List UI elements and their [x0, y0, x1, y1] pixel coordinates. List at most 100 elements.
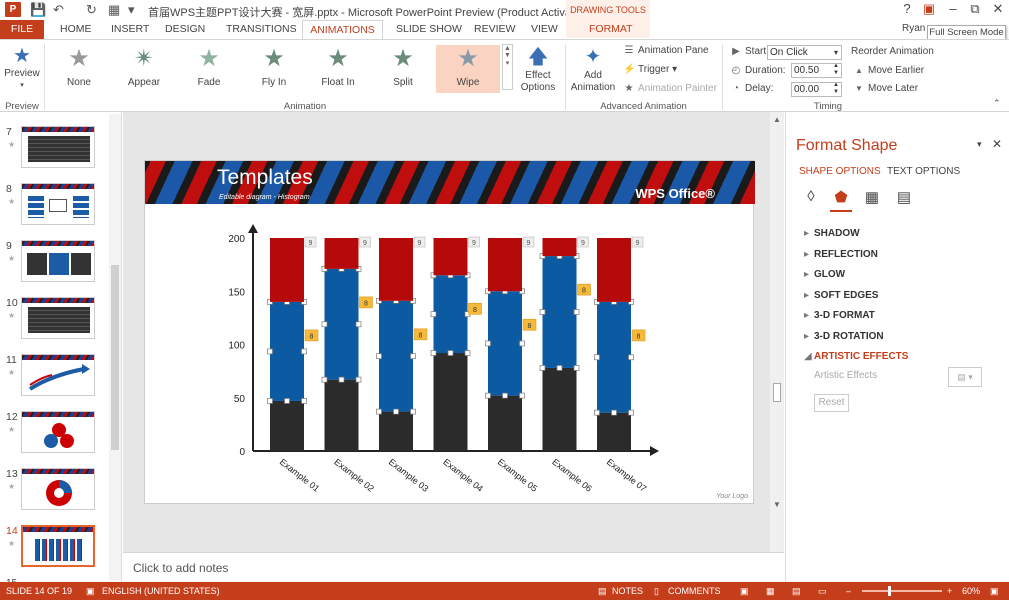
- size-properties-icon[interactable]: ▦: [862, 188, 882, 208]
- section-soft-edges[interactable]: ▸ SOFT EDGES: [804, 290, 878, 301]
- slide-counter[interactable]: SLIDE 14 OF 19: [6, 586, 72, 596]
- collapse-icon: ◢: [804, 351, 812, 362]
- stacked-bar-chart[interactable]: 050100150200↻98Example 01↻98Example 02↻9…: [145, 161, 755, 505]
- tab-shape-options[interactable]: SHAPE OPTIONS: [799, 166, 881, 177]
- trigger-button[interactable]: ⚡ Trigger ▾: [623, 64, 677, 75]
- preview-button[interactable]: ★ Preview ▾: [2, 44, 42, 92]
- tab-file[interactable]: FILE: [0, 20, 44, 39]
- close-icon[interactable]: ✕: [992, 137, 1002, 151]
- animation-fade[interactable]: ★ Fade: [181, 45, 237, 93]
- tab-slide-show[interactable]: SLIDE SHOW: [396, 23, 462, 35]
- bar-segment: [379, 238, 413, 301]
- slide-thumbnail-9[interactable]: [21, 240, 95, 282]
- add-animation-button[interactable]: ✦ Add Animation: [567, 44, 619, 94]
- notes-button[interactable]: NOTES: [612, 586, 643, 596]
- selection-handle: [321, 321, 328, 328]
- collapse-ribbon-icon[interactable]: ⌃: [993, 98, 1001, 109]
- effect-options-button[interactable]: 🡅 Effect Options: [516, 44, 560, 94]
- notes-icon[interactable]: ▤: [598, 586, 607, 597]
- normal-view-icon[interactable]: ▣: [740, 586, 749, 597]
- icons-underline: [830, 210, 852, 212]
- picture-icon[interactable]: ▤: [894, 188, 914, 208]
- animation-float-in[interactable]: ★ Float In: [310, 45, 366, 93]
- zoom-in-icon[interactable]: +: [947, 586, 952, 596]
- full-screen-icon[interactable]: ▣: [918, 1, 940, 17]
- slide-sorter-icon[interactable]: ▦: [766, 586, 775, 597]
- move-earlier-button[interactable]: ▲ Move Earlier: [853, 65, 924, 76]
- customize-toolbar-icon[interactable]: ▾: [128, 2, 135, 18]
- tab-format[interactable]: FORMAT: [589, 23, 633, 35]
- delay-icon: ◔: [732, 83, 740, 94]
- x-tick-label: Example 01: [278, 457, 322, 494]
- section-glow[interactable]: ▸ GLOW: [804, 269, 845, 280]
- section-3d-rotation[interactable]: ▸ 3-D ROTATION: [804, 331, 884, 342]
- comments-icon[interactable]: ▯: [654, 586, 659, 597]
- zoom-slider[interactable]: [862, 590, 942, 592]
- chevron-down-icon[interactable]: ▾: [977, 139, 982, 150]
- fill-line-icon[interactable]: ◊: [801, 188, 821, 208]
- section-shadow[interactable]: ▸ SHADOW: [804, 228, 860, 239]
- artistic-effects-dropdown[interactable]: ▤ ▾: [948, 367, 982, 387]
- selection-handle: [556, 365, 563, 371]
- zoom-out-icon[interactable]: –: [846, 586, 851, 596]
- minimize-icon[interactable]: –: [942, 1, 964, 16]
- slide-thumbnail-8[interactable]: [21, 183, 95, 225]
- animation-none[interactable]: ★ None: [51, 45, 107, 93]
- tab-view[interactable]: VIEW: [531, 23, 558, 35]
- move-later-button[interactable]: ▼ Move Later: [853, 83, 918, 94]
- fit-slide-icon[interactable]: ▣: [990, 586, 999, 597]
- section-artistic-effects[interactable]: ◢ ARTISTIC EFFECTS: [804, 351, 908, 362]
- user-name[interactable]: Ryan: [902, 23, 925, 34]
- comments-button[interactable]: COMMENTS: [668, 586, 721, 596]
- section-3d-format[interactable]: ▸ 3-D FORMAT: [804, 310, 875, 321]
- scroll-thumb[interactable]: [111, 265, 119, 450]
- start-from-beginning-icon[interactable]: ▦: [108, 2, 120, 18]
- tab-insert[interactable]: INSERT: [111, 23, 149, 35]
- language[interactable]: ENGLISH (UNITED STATES): [102, 586, 220, 596]
- animation-tag-label: 9: [472, 240, 476, 247]
- effects-pentagon-icon[interactable]: ⬟: [831, 188, 851, 208]
- animation-pane-button[interactable]: ☰ Animation Pane: [623, 45, 709, 56]
- animation-tag-label: 8: [310, 333, 314, 340]
- undo-icon[interactable]: ↶: [53, 2, 64, 18]
- reading-view-icon[interactable]: ▤: [792, 586, 801, 597]
- slide-canvas[interactable]: Templates Editable diagram - Histogram W…: [144, 160, 755, 505]
- close-icon[interactable]: ✕: [987, 1, 1009, 17]
- slide-thumbnail-11[interactable]: [21, 354, 95, 396]
- slide-thumbnail-12[interactable]: [21, 411, 95, 453]
- vertical-scrollbar[interactable]: [770, 112, 784, 552]
- slide-thumbnail-10[interactable]: [21, 297, 95, 339]
- notes-area[interactable]: Click to add notes: [123, 552, 784, 582]
- tab-text-options[interactable]: TEXT OPTIONS: [887, 166, 960, 177]
- zoom-level[interactable]: 60%: [962, 586, 980, 596]
- slide-thumbnail-14[interactable]: [21, 525, 95, 567]
- duration-field[interactable]: 00.50 ▲ ▼: [791, 63, 842, 78]
- animation-wipe[interactable]: ★ Wipe: [436, 45, 500, 93]
- tab-home[interactable]: HOME: [60, 23, 92, 35]
- reset-button[interactable]: Reset: [814, 394, 849, 412]
- start-select[interactable]: On Click ▾: [767, 45, 842, 60]
- redo-icon[interactable]: ↻: [86, 2, 97, 18]
- animation-fly-in[interactable]: ★ Fly In: [246, 45, 302, 93]
- tab-design[interactable]: DESIGN: [165, 23, 205, 35]
- scroll-down-icon[interactable]: ▼: [773, 500, 781, 509]
- tab-animations[interactable]: ANIMATIONS: [302, 20, 383, 40]
- spellcheck-icon[interactable]: ▣: [86, 586, 95, 597]
- tab-review[interactable]: REVIEW: [474, 23, 515, 35]
- save-icon[interactable]: 💾: [30, 2, 46, 18]
- scroll-thumb[interactable]: [773, 383, 781, 402]
- animation-appear[interactable]: ✴ Appear: [116, 45, 172, 93]
- slide-show-icon[interactable]: ▭: [818, 586, 827, 597]
- gallery-scroll[interactable]: ▲ ▼ ▾: [502, 44, 513, 90]
- tab-transitions[interactable]: TRANSITIONS: [226, 23, 297, 35]
- slide-thumbnail-13[interactable]: [21, 468, 95, 510]
- help-icon[interactable]: ?: [896, 1, 918, 16]
- delay-field[interactable]: 00.00 ▲ ▼: [791, 82, 842, 97]
- selection-handle: [539, 365, 546, 371]
- section-reflection[interactable]: ▸ REFLECTION: [804, 249, 878, 260]
- scroll-up-icon[interactable]: ▲: [773, 115, 781, 124]
- zoom-slider-handle[interactable]: [888, 586, 891, 596]
- animation-split[interactable]: ★ Split: [375, 45, 431, 93]
- restore-icon[interactable]: ⧉: [964, 1, 986, 17]
- slide-thumbnail-7[interactable]: [21, 126, 95, 168]
